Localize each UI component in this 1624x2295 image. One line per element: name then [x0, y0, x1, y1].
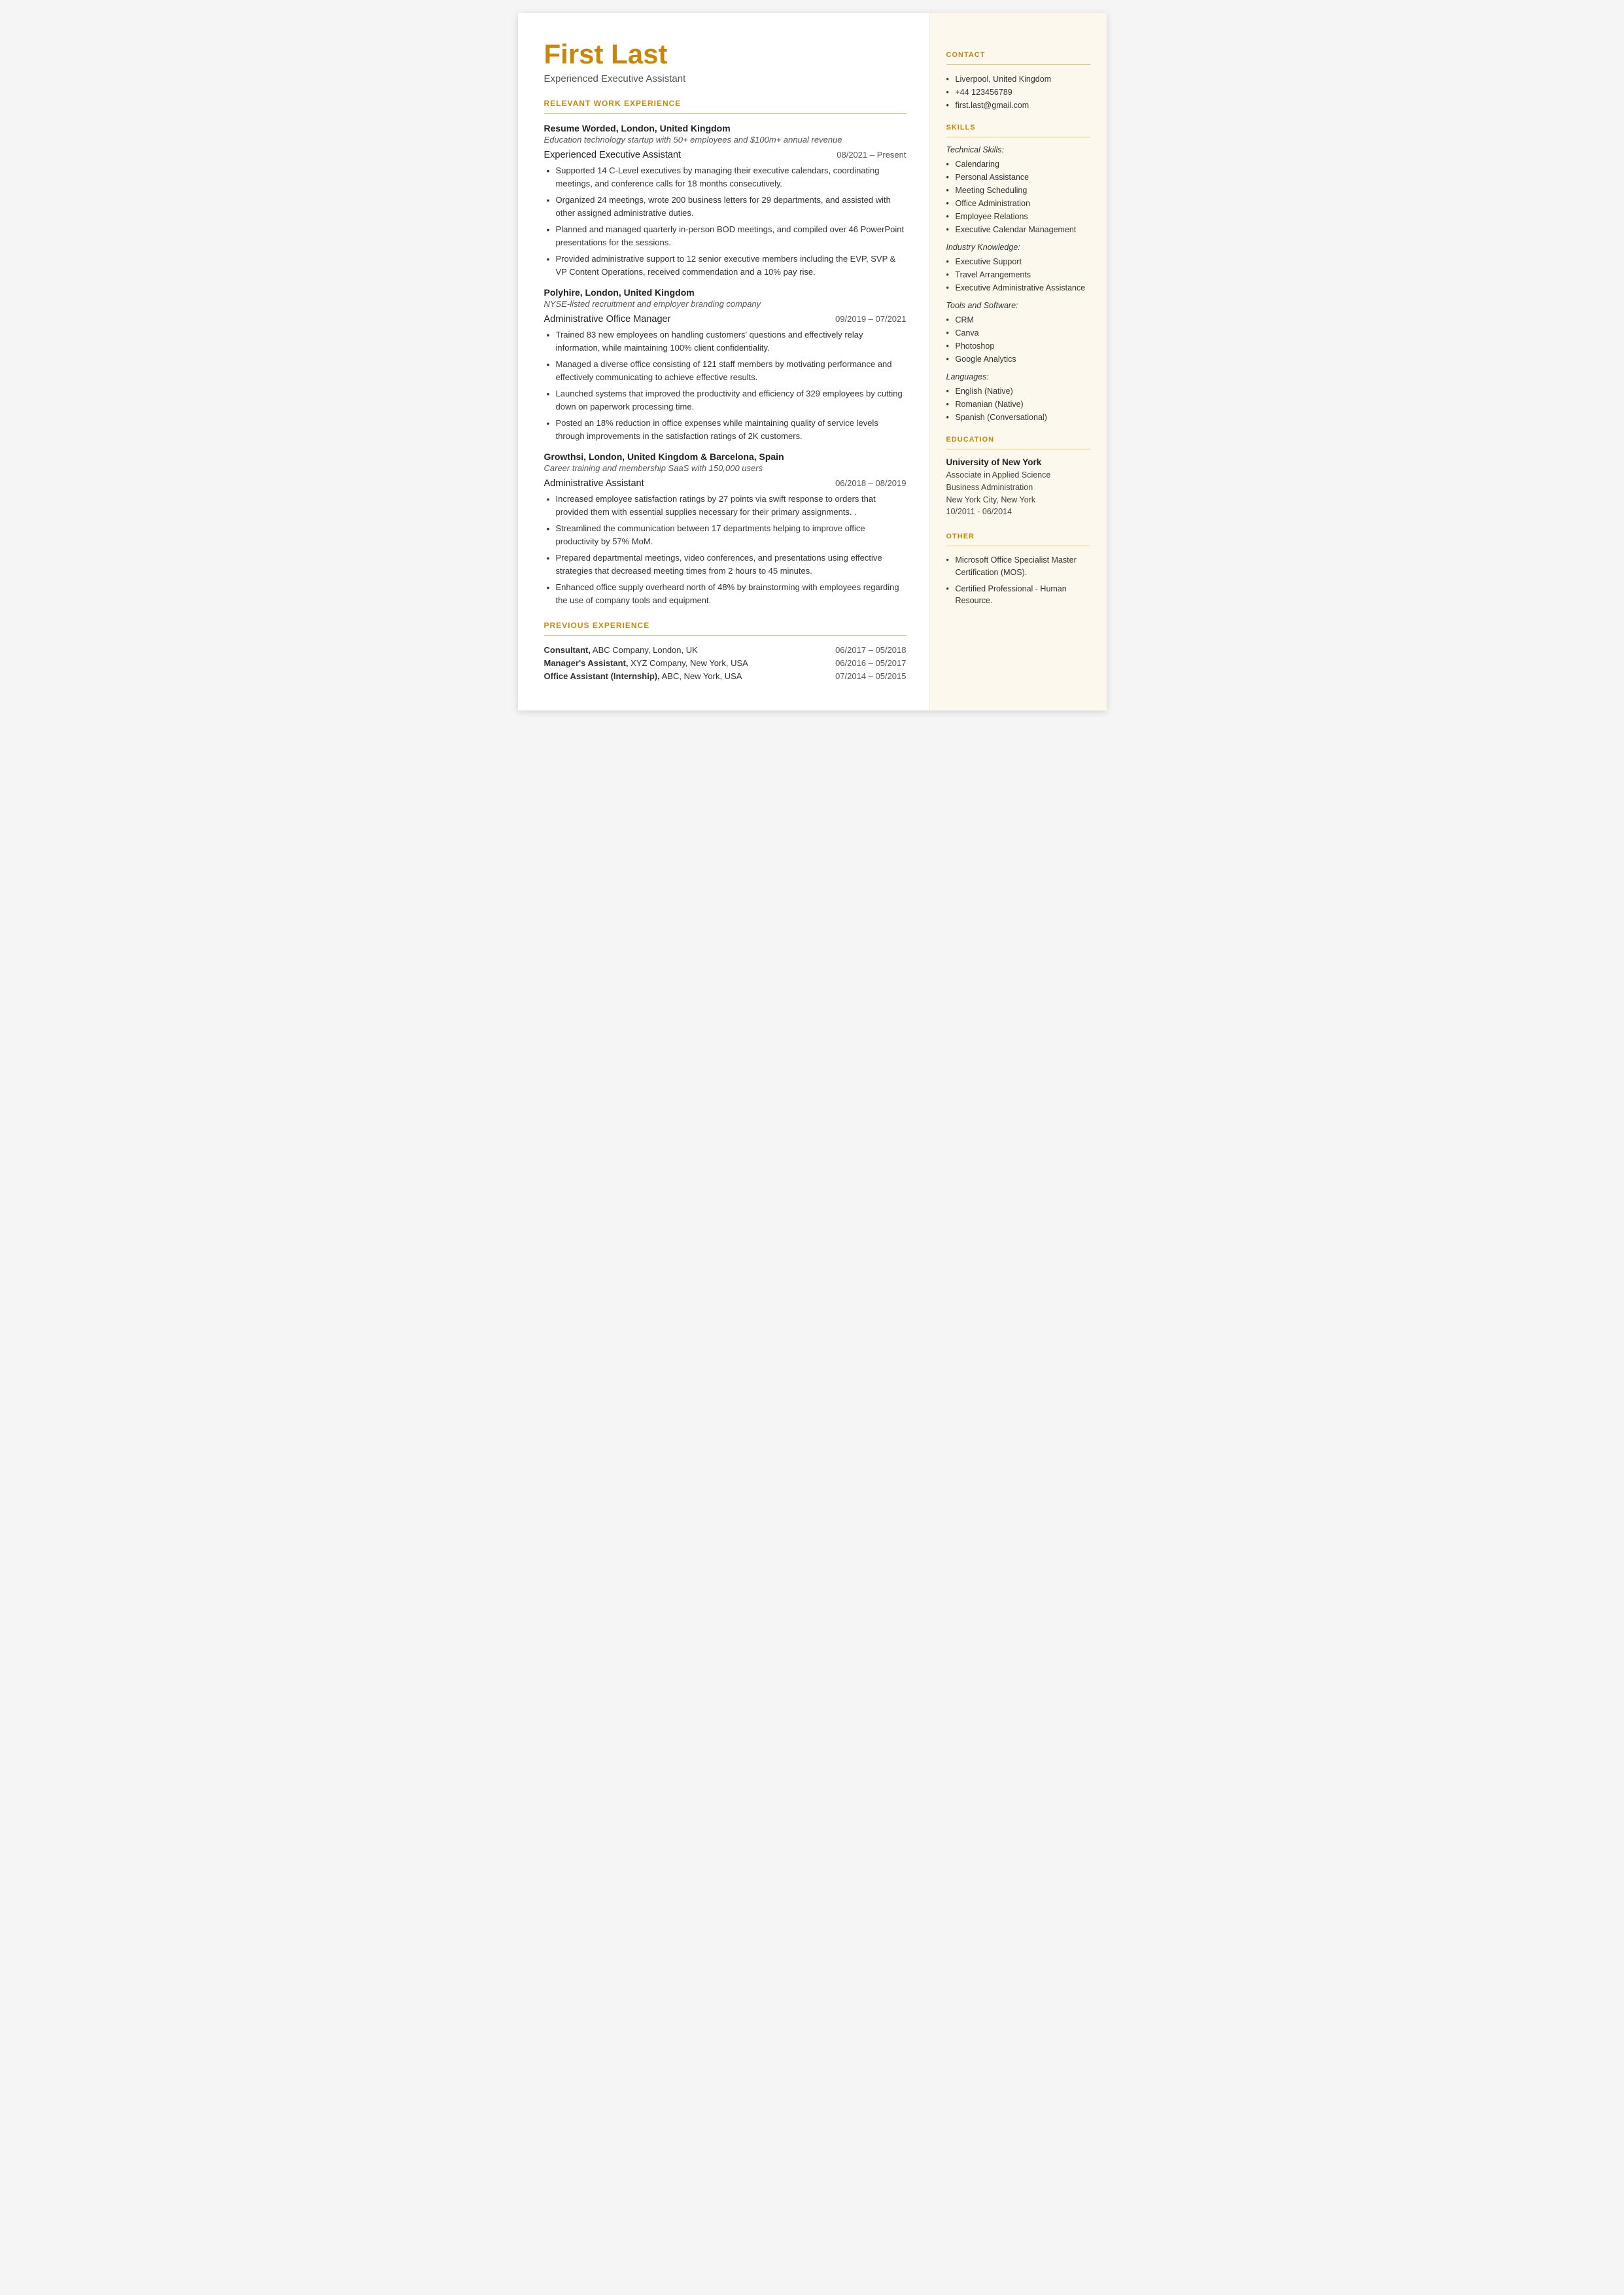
skill-travel-arrangements: Travel Arrangements — [946, 268, 1090, 281]
previous-exp-title: PREVIOUS EXPERIENCE — [544, 621, 907, 630]
prev-job-3: Office Assistant (Internship), ABC, New … — [544, 671, 907, 681]
job-2-bullet-3: Launched systems that improved the produ… — [544, 387, 907, 413]
job-3: Growthsi, London, United Kingdom & Barce… — [544, 451, 907, 606]
job-3-bullets: Increased employee satisfaction ratings … — [544, 493, 907, 606]
prev-job-2-date: 06/2016 – 05/2017 — [835, 658, 906, 668]
job-3-header: Administrative Assistant 06/2018 – 08/20… — [544, 478, 907, 489]
resume-container: First Last Experienced Executive Assista… — [518, 13, 1107, 710]
skills-title: SKILLS — [946, 124, 1090, 131]
job-3-italic: Career training and membership SaaS with… — [544, 463, 907, 473]
edu-institution: University of New York — [946, 457, 1090, 467]
contact-title: CONTACT — [946, 51, 1090, 59]
tools-list: CRM Canva Photoshop Google Analytics — [946, 313, 1090, 366]
skill-employee-relations: Employee Relations — [946, 210, 1090, 223]
job-1-bullets: Supported 14 C-Level executives by manag… — [544, 164, 907, 278]
skill-photoshop: Photoshop — [946, 340, 1090, 353]
language-spanish: Spanish (Conversational) — [946, 411, 1090, 424]
job-2-bullets: Trained 83 new employees on handling cus… — [544, 328, 907, 442]
candidate-subtitle: Experienced Executive Assistant — [544, 73, 907, 84]
job-1-italic: Education technology startup with 50+ em… — [544, 135, 907, 145]
job-3-bullet-1: Increased employee satisfaction ratings … — [544, 493, 907, 518]
other-item-1: Microsoft Office Specialist Master Certi… — [946, 554, 1090, 579]
relevant-work-divider — [544, 113, 907, 114]
skill-google-analytics: Google Analytics — [946, 353, 1090, 366]
job-2-italic: NYSE-listed recruitment and employer bra… — [544, 299, 907, 309]
prev-job-2-label: Manager's Assistant, XYZ Company, New Yo… — [544, 658, 823, 668]
edu-dates: 10/2011 - 06/2014 — [946, 506, 1090, 518]
languages-list: English (Native) Romanian (Native) Spani… — [946, 385, 1090, 424]
other-title: OTHER — [946, 533, 1090, 540]
job-1-bullet-1: Supported 14 C-Level executives by manag… — [544, 164, 907, 190]
prev-job-3-label: Office Assistant (Internship), ABC, New … — [544, 671, 823, 681]
education-title: EDUCATION — [946, 436, 1090, 444]
prev-job-2: Manager's Assistant, XYZ Company, New Yo… — [544, 658, 907, 668]
skill-meeting-scheduling: Meeting Scheduling — [946, 184, 1090, 197]
job-3-bullet-4: Enhanced office supply overheard north o… — [544, 581, 907, 606]
skill-crm: CRM — [946, 313, 1090, 326]
job-1-bullet-3: Planned and managed quarterly in-person … — [544, 223, 907, 249]
language-english: English (Native) — [946, 385, 1090, 398]
skill-exec-support: Executive Support — [946, 255, 1090, 268]
contact-divider — [946, 64, 1090, 65]
edu-field: Business Administration — [946, 482, 1090, 494]
skill-office-administration: Office Administration — [946, 197, 1090, 210]
job-3-date: 06/2018 – 08/2019 — [835, 478, 906, 488]
job-1: Resume Worded, London, United Kingdom Ed… — [544, 123, 907, 278]
relevant-work-title: RELEVANT WORK EXPERIENCE — [544, 99, 907, 108]
previous-exp-divider — [544, 635, 907, 636]
job-1-title: Experienced Executive Assistant — [544, 150, 682, 160]
prev-job-3-date: 07/2014 – 05/2015 — [835, 671, 906, 681]
contact-email: first.last@gmail.com — [946, 99, 1090, 112]
candidate-name: First Last — [544, 39, 907, 69]
language-romanian: Romanian (Native) — [946, 398, 1090, 411]
job-3-bullet-3: Prepared departmental meetings, video co… — [544, 552, 907, 577]
job-1-date: 08/2021 – Present — [837, 150, 906, 160]
prev-job-1-date: 06/2017 – 05/2018 — [835, 645, 906, 655]
languages-category: Languages: — [946, 372, 1090, 381]
industry-knowledge-category: Industry Knowledge: — [946, 243, 1090, 252]
contact-list: Liverpool, United Kingdom +44 123456789 … — [946, 73, 1090, 112]
job-2-bullet-2: Managed a diverse office consisting of 1… — [544, 358, 907, 383]
job-2-title: Administrative Office Manager — [544, 314, 671, 324]
left-column: First Last Experienced Executive Assista… — [518, 13, 930, 710]
skill-canva: Canva — [946, 326, 1090, 340]
prev-job-1-label: Consultant, ABC Company, London, UK — [544, 645, 823, 655]
skill-exec-admin-assistance: Executive Administrative Assistance — [946, 281, 1090, 294]
job-2-company: Polyhire, London, United Kingdom — [544, 287, 907, 298]
skill-exec-calendar: Executive Calendar Management — [946, 223, 1090, 236]
edu-degree: Associate in Applied Science — [946, 469, 1090, 482]
prev-job-1: Consultant, ABC Company, London, UK 06/2… — [544, 645, 907, 655]
edu-location: New York City, New York — [946, 494, 1090, 506]
job-2-header: Administrative Office Manager 09/2019 – … — [544, 314, 907, 324]
job-1-company: Resume Worded, London, United Kingdom — [544, 123, 907, 133]
job-3-company: Growthsi, London, United Kingdom & Barce… — [544, 451, 907, 462]
skill-personal-assistance: Personal Assistance — [946, 171, 1090, 184]
job-3-title: Administrative Assistant — [544, 478, 644, 489]
other-item-2: Certified Professional - Human Resource. — [946, 583, 1090, 608]
tools-category: Tools and Software: — [946, 301, 1090, 310]
job-3-bullet-2: Streamlined the communication between 17… — [544, 522, 907, 548]
job-2-date: 09/2019 – 07/2021 — [835, 314, 906, 324]
right-column: CONTACT Liverpool, United Kingdom +44 12… — [930, 13, 1107, 710]
contact-location: Liverpool, United Kingdom — [946, 73, 1090, 86]
job-2: Polyhire, London, United Kingdom NYSE-li… — [544, 287, 907, 442]
technical-skills-list: Calendaring Personal Assistance Meeting … — [946, 158, 1090, 236]
job-1-bullet-4: Provided administrative support to 12 se… — [544, 253, 907, 278]
job-1-header: Experienced Executive Assistant 08/2021 … — [544, 150, 907, 160]
contact-phone: +44 123456789 — [946, 86, 1090, 99]
skill-calendaring: Calendaring — [946, 158, 1090, 171]
job-1-bullet-2: Organized 24 meetings, wrote 200 busines… — [544, 194, 907, 219]
job-2-bullet-1: Trained 83 new employees on handling cus… — [544, 328, 907, 354]
industry-knowledge-list: Executive Support Travel Arrangements Ex… — [946, 255, 1090, 294]
technical-skills-category: Technical Skills: — [946, 145, 1090, 154]
job-2-bullet-4: Posted an 18% reduction in office expens… — [544, 417, 907, 442]
